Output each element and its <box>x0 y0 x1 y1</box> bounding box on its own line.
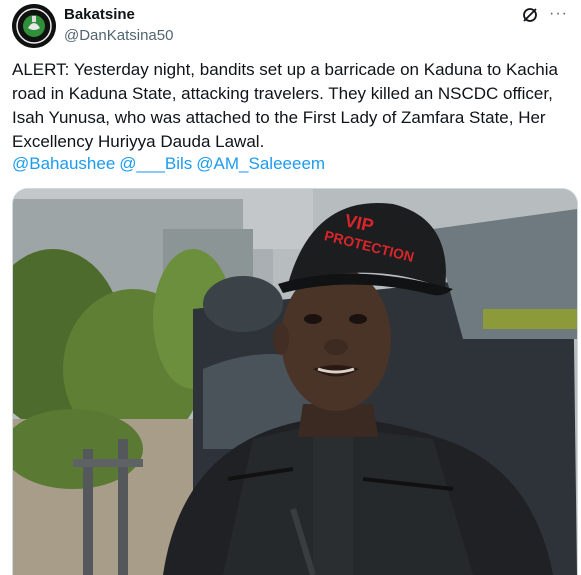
tweet-photo[interactable]: VIP PROTECTION <box>12 188 578 575</box>
grok-icon[interactable] <box>521 6 539 24</box>
mention-link[interactable]: @Bahaushee <box>12 154 115 173</box>
tweet-text: ALERT: Yesterday night, bandits set up a… <box>12 60 558 151</box>
author-names: Bakatsine @DanKatsina50 <box>64 5 173 46</box>
mention-link[interactable]: @AM_Saleeeem <box>196 154 325 173</box>
author-handle[interactable]: @DanKatsina50 <box>64 26 173 46</box>
mention-link[interactable]: @___Bils <box>119 154 192 173</box>
tweet-header: Bakatsine @DanKatsina50 ··· <box>12 4 569 52</box>
avatar[interactable] <box>12 4 56 48</box>
tweet-mentions: @Bahaushee @___Bils @AM_Saleeeem <box>12 153 329 175</box>
bakatsine-logo-icon <box>12 4 56 48</box>
photo-officer: VIP PROTECTION <box>13 189 577 575</box>
author-display-name[interactable]: Bakatsine <box>64 5 173 25</box>
more-icon[interactable]: ··· <box>549 6 569 24</box>
